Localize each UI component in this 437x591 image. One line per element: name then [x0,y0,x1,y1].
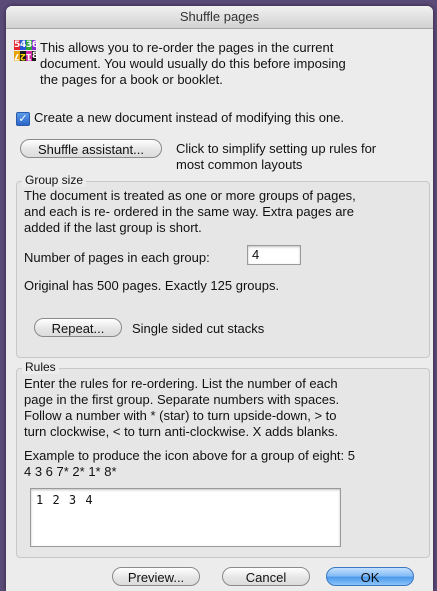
rules-example: Example to produce the icon above for a … [24,448,355,463]
intro-text-line: document. You would usually do this befo… [40,56,346,71]
group-size-title: Group size [22,173,87,187]
ok-button[interactable]: OK [326,567,414,586]
group-status-text: Original has 500 pages. Exactly 125 grou… [24,278,280,293]
new-document-checkbox[interactable]: ✓ [16,112,30,126]
icon-digit: 6 [32,40,39,50]
pages-per-group-label: Number of pages in each group: [24,250,210,265]
rules-description: Follow a number with * (star) to turn up… [24,408,337,423]
new-document-label[interactable]: Create a new document instead of modifyi… [34,110,344,126]
preview-button[interactable]: Preview... [112,567,200,586]
shuffle-pages-dialog: Shuffle pages 5 4 3 6 7 2 1 8 This allow… [6,6,433,591]
shuffle-assistant-button[interactable]: Shuffle assistant... [20,139,162,158]
intro-text-line: This allows you to re-order the pages in… [40,40,334,55]
rules-title: Rules [22,360,59,374]
cancel-button[interactable]: Cancel [222,567,310,586]
repeat-mode-text: Single sided cut stacks [132,321,265,336]
icon-digit: 8 [32,51,39,61]
window-title: Shuffle pages [6,6,433,29]
rules-description: page in the first group. Separate number… [24,392,340,407]
repeat-button[interactable]: Repeat... [34,318,122,337]
rules-input[interactable]: 1 2 3 4 [30,488,341,547]
shuffle-assistant-hint: Click to simplify setting up rules for [176,141,377,156]
shuffle-assistant-hint: most common layouts [176,157,303,172]
group-size-description: added if the last group is short. [24,220,202,235]
group-size-description: The document is treated as one or more g… [24,188,356,203]
pages-per-group-input[interactable]: 4 [247,245,301,265]
intro-text-line: the pages for a book or booklet. [40,72,223,87]
rules-description: Enter the rules for re-ordering. List th… [24,376,338,391]
shuffle-pages-icon: 5 4 3 6 7 2 1 8 [14,40,39,63]
rules-description: turn clockwise, < to turn anti-clockwise… [24,424,338,439]
rules-example: 4 3 6 7* 2* 1* 8* [24,464,117,479]
group-size-description: and each is re- ordered in the same way.… [24,204,354,219]
